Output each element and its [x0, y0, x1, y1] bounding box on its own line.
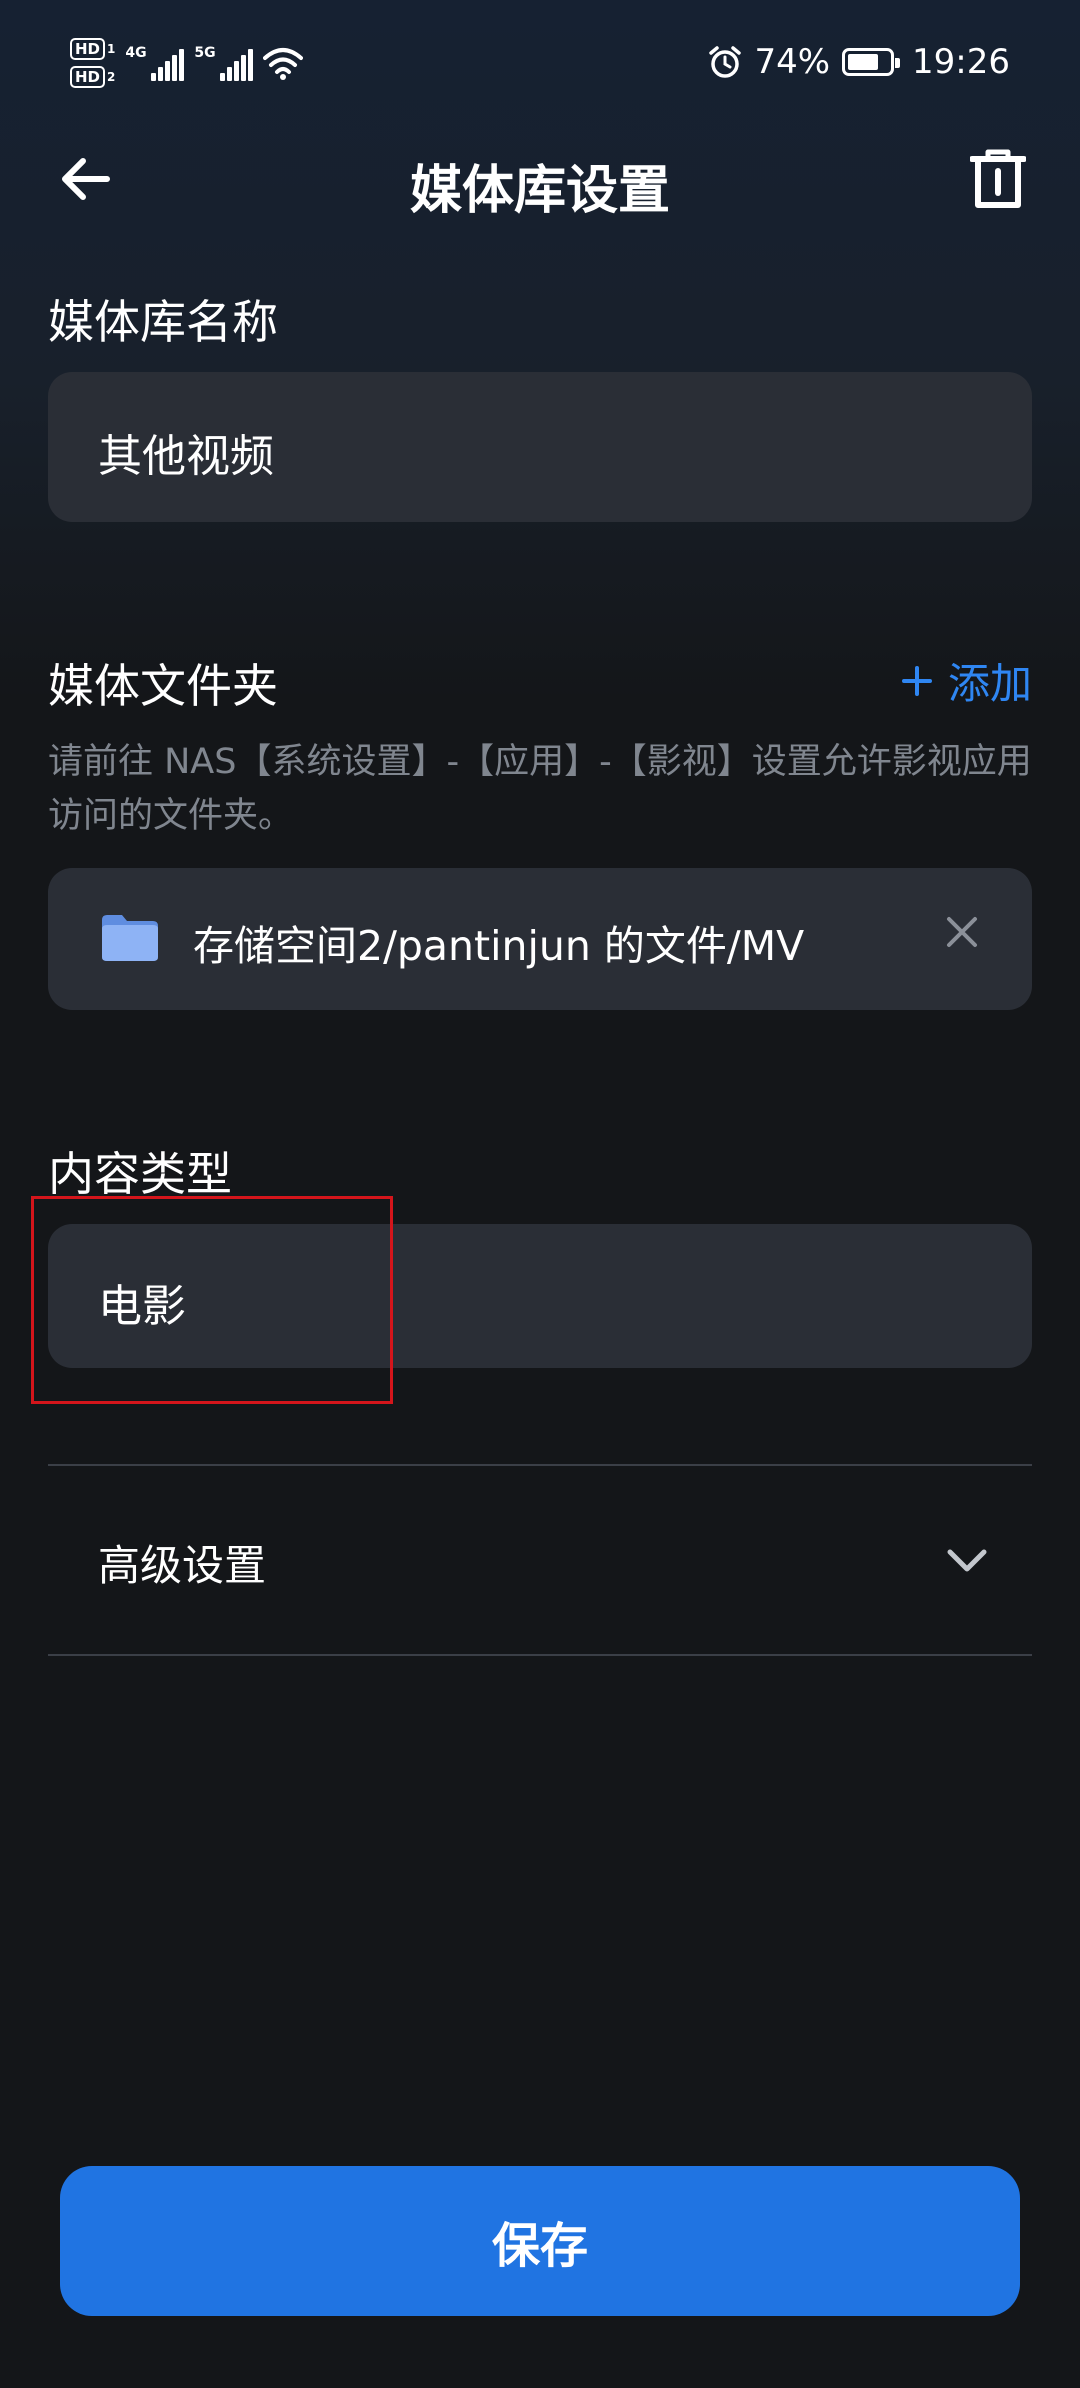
media-folders-label: 媒体文件夹 — [48, 659, 278, 713]
divider-bottom — [48, 1654, 1032, 1656]
library-name-value: 其他视频 — [98, 431, 274, 482]
library-name-input[interactable]: 其他视频 — [48, 372, 1032, 522]
plus-icon — [901, 665, 932, 696]
battery-percent: 74% — [754, 42, 831, 82]
status-bar: HD 1 HD 2 4G 5G 74% 19:26 — [0, 0, 1080, 130]
chevron-down-icon — [947, 1549, 987, 1572]
signal-4g-icon: 4G — [125, 45, 185, 81]
content-type-label: 内容类型 — [48, 1147, 232, 1201]
status-bar-right: 74% 19:26 — [708, 42, 1010, 82]
page-title: 媒体库设置 — [409, 161, 670, 221]
app-header: 媒体库设置 — [0, 130, 1080, 230]
signal-4g-tag: 4G — [125, 45, 147, 61]
hd-indicators: HD 1 HD 2 — [70, 38, 115, 88]
battery-icon — [842, 48, 901, 76]
remove-folder-button[interactable] — [932, 902, 992, 962]
add-folder-label: 添加 — [947, 659, 1032, 708]
hd1-number: 1 — [107, 42, 116, 56]
wifi-icon — [263, 48, 304, 80]
content-type-select[interactable]: 电影 — [48, 1224, 1032, 1368]
hd1-badge: HD 1 — [70, 38, 115, 60]
screen: HD 1 HD 2 4G 5G 74% 19:26 媒体库设置 媒体库名称 其他… — [0, 0, 1080, 2388]
hd2-badge: HD 2 — [70, 66, 115, 88]
battery-fill — [848, 54, 879, 70]
signal-5g-icon: 5G — [194, 45, 254, 81]
advanced-settings-label: 高级设置 — [98, 1541, 267, 1590]
save-button[interactable]: 保存 — [60, 2166, 1020, 2316]
content-type-value: 电影 — [98, 1281, 186, 1332]
folder-path: 存储空间2/pantinjun 的文件/MV — [193, 922, 805, 970]
delete-button[interactable] — [961, 142, 1035, 216]
library-name-label: 媒体库名称 — [48, 295, 278, 349]
clock: 19:26 — [912, 42, 1010, 82]
hd1-label: HD — [70, 38, 106, 60]
add-folder-button[interactable]: 添加 — [901, 650, 1032, 711]
advanced-settings-toggle[interactable]: 高级设置 — [48, 1466, 1032, 1656]
trash-icon — [970, 149, 1026, 208]
hd2-number: 2 — [107, 70, 116, 84]
status-bar-left: HD 1 HD 2 4G 5G — [70, 38, 304, 88]
signal-5g-tag: 5G — [194, 45, 216, 61]
alarm-icon — [709, 46, 742, 78]
folder-icon — [102, 915, 158, 961]
media-folders-hint: 请前往 NAS【系统设置】-【应用】-【影视】设置允许影视应用访问的文件夹。 — [48, 742, 1032, 836]
hd2-label: HD — [70, 66, 106, 88]
folder-list-item[interactable]: 存储空间2/pantinjun 的文件/MV — [48, 868, 1032, 1010]
close-icon — [947, 917, 977, 947]
